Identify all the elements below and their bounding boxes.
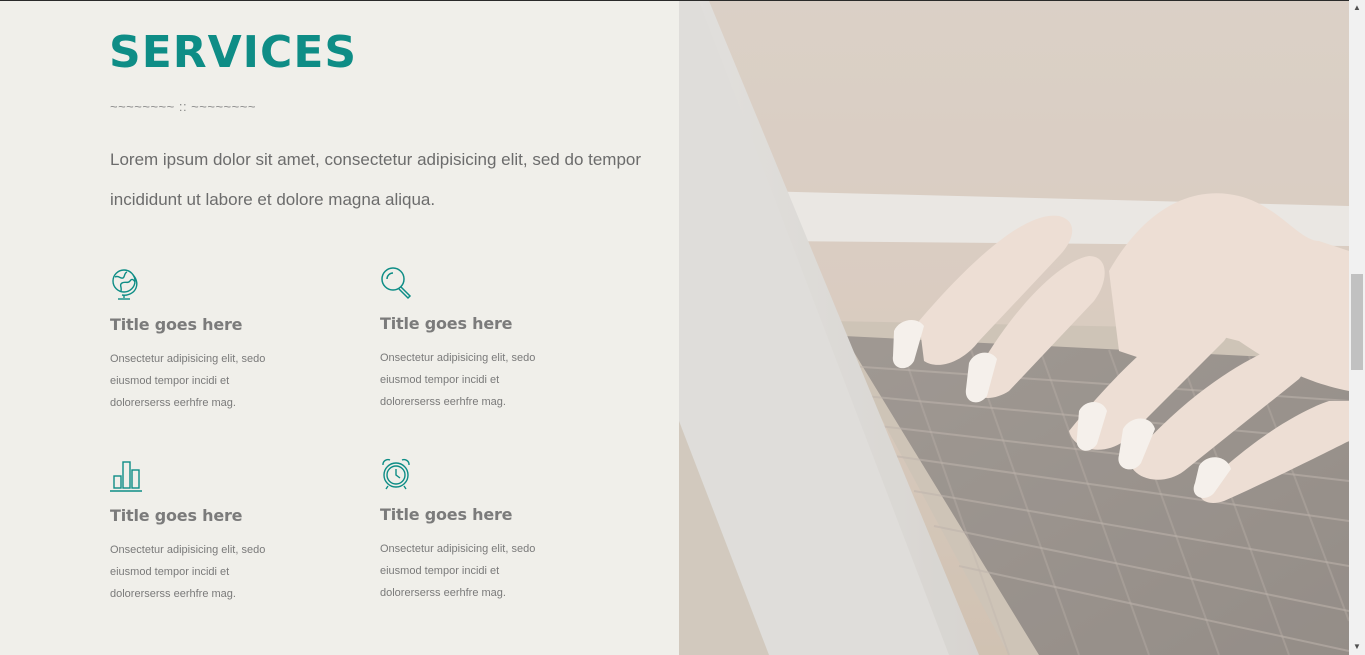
service-title: Title goes here (110, 315, 243, 334)
scroll-up-icon[interactable]: ▲ (1353, 3, 1361, 12)
title-divider: ~~~~~~~~ :: ~~~~~~~~ (110, 99, 256, 114)
service-item: Title goes here Onsectetur adipisicing e… (380, 266, 610, 408)
scrollbar[interactable]: ▲ ▼ (1349, 0, 1365, 655)
service-title: Title goes here (380, 314, 513, 333)
service-text: Onsectetur adipisicing elit, sedo eiusmo… (380, 352, 536, 408)
service-item: Title goes here Onsectetur adipisicing e… (380, 457, 610, 599)
intro-text: Lorem ipsum dolor sit amet, consectetur … (110, 150, 642, 209)
service-title: Title goes here (110, 506, 243, 525)
search-icon (381, 267, 412, 300)
globe-icon (112, 269, 138, 300)
service-text: Onsectetur adipisicing elit, sedo eiusmo… (110, 544, 266, 600)
service-item: Title goes here Onsectetur adipisicing e… (110, 458, 340, 600)
service-item: Title goes here Onsectetur adipisicing e… (110, 267, 340, 409)
bar-chart-icon (110, 461, 142, 492)
page-title: SERVICES (109, 27, 358, 78)
hero-image (679, 1, 1349, 655)
alarm-clock-icon (382, 458, 410, 490)
scroll-down-icon[interactable]: ▼ (1353, 642, 1361, 651)
laptop-typing-photo (679, 1, 1349, 655)
scrollbar-thumb[interactable] (1351, 274, 1363, 370)
service-title: Title goes here (380, 505, 513, 524)
service-text: Onsectetur adipisicing elit, sedo eiusmo… (110, 353, 266, 409)
service-text: Onsectetur adipisicing elit, sedo eiusmo… (380, 543, 536, 599)
services-panel: SERVICES ~~~~~~~~ :: ~~~~~~~~ Lorem ipsu… (0, 1, 679, 655)
